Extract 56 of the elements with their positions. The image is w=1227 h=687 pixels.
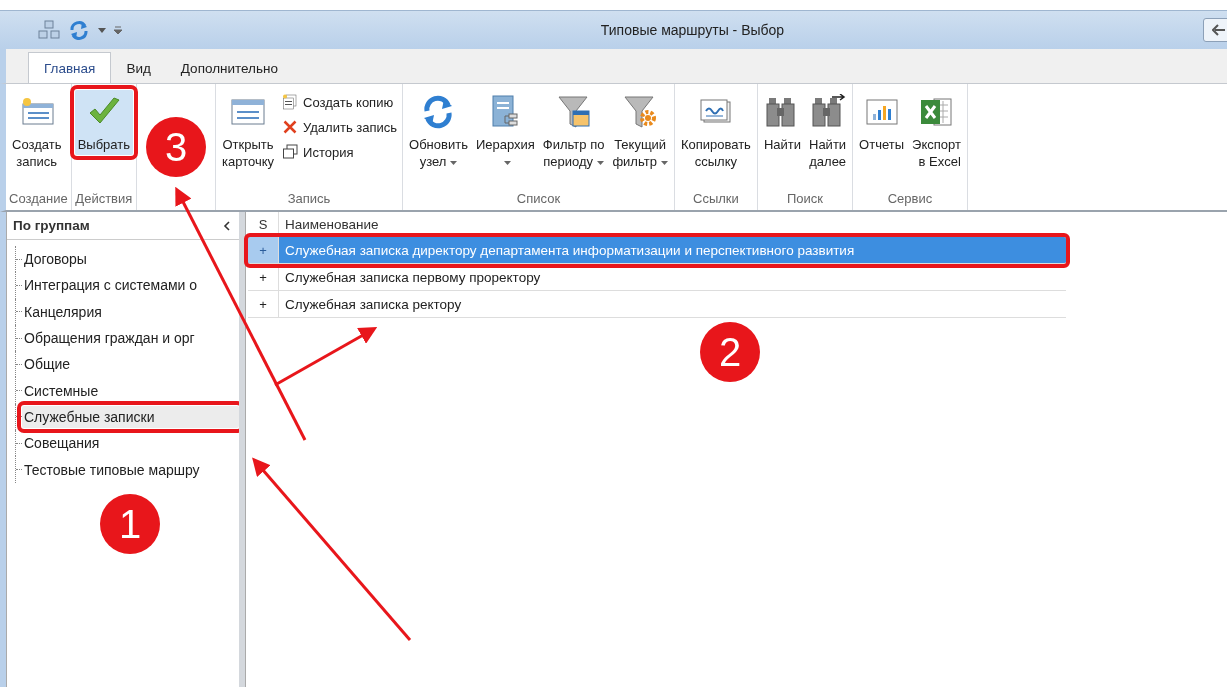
ribbon-button[interactable]: Найти [760, 90, 804, 155]
tree-item[interactable]: Интеграция с системами о [22, 274, 200, 297]
sidebar-title: По группам [13, 218, 90, 233]
tree-item[interactable]: Тестовые типовые маршру [22, 458, 202, 481]
ribbon-button[interactable]: Экспорт в Excel [909, 90, 964, 172]
table-cell-text: Служебная записка директору департамента информатизации и перспективного развития [284, 242, 855, 258]
tree-item[interactable]: Общие [22, 353, 73, 376]
back-arrow-icon [1212, 24, 1226, 36]
group-label: Сервис [886, 191, 934, 208]
ribbon-tab[interactable]: Дополнительно [165, 53, 293, 83]
table-cell-text: Служебная записка ректору [284, 296, 462, 312]
ribbon-button[interactable]: История [279, 142, 400, 162]
tree-item[interactable]: Совещания [22, 432, 102, 455]
group-label: Список [515, 191, 562, 208]
group-label: Поиск [786, 191, 824, 208]
ribbon-button[interactable]: Найти далее [806, 90, 850, 172]
filter-calendar-icon [555, 94, 592, 130]
step-number-badge: 1 [100, 494, 160, 554]
filter-gear-icon [622, 94, 659, 130]
step-number-badge: 2 [700, 322, 760, 382]
tree-item[interactable]: Обращения граждан и орг [22, 327, 197, 350]
ribbon-button[interactable]: Создать копию [279, 92, 400, 112]
ribbon-button[interactable]: Фильтр по периоду [539, 90, 608, 172]
ribbon-button[interactable]: Текущий фильтр [609, 90, 671, 172]
ribbon-button[interactable]: Открыть карточку [219, 90, 278, 172]
ribbon-button[interactable]: Копировать ссылку [677, 90, 754, 172]
history-icon [281, 143, 300, 161]
tree-item[interactable]: Системные [22, 379, 101, 402]
binoculars-arrow-icon [809, 94, 846, 130]
customize-icon[interactable] [114, 26, 122, 34]
group-label: Создание [9, 191, 68, 208]
group-label: Действия [74, 191, 133, 208]
tree-item[interactable]: Канцелярия [22, 300, 104, 323]
ribbon-tab[interactable]: Главная [28, 52, 112, 83]
column-header[interactable]: Наименование [279, 216, 379, 232]
ribbon-button[interactable]: Иерархия [472, 90, 538, 172]
tree-item[interactable]: Договоры [22, 248, 89, 271]
ribbon-button[interactable]: Обновить узел [406, 90, 471, 172]
collapse-icon[interactable] [223, 220, 231, 231]
table-row[interactable]: + Служебная записка первому проректору [248, 264, 1066, 291]
ribbon-tab[interactable]: Вид [111, 53, 166, 83]
step-number-badge: 3 [146, 117, 206, 177]
group-label: Запись [286, 191, 332, 208]
group-label: Ссылки [692, 191, 740, 208]
ribbon-button[interactable]: Отчеты [856, 90, 908, 155]
window-title: Типовые маршруты - Выбор [599, 22, 786, 38]
copy-icon [281, 93, 300, 111]
ribbon-button[interactable]: Создать запись [9, 90, 65, 172]
table-cell-text: Служебная записка первому проректору [284, 269, 541, 285]
ribbon-button[interactable]: Удалить запись [279, 117, 400, 137]
refresh-icon[interactable] [68, 20, 90, 40]
back-button[interactable] [1203, 18, 1227, 42]
table-row[interactable]: + Служебная записка ректору [248, 291, 1066, 318]
expand-marker[interactable]: + [248, 237, 279, 263]
dropdown-icon[interactable] [98, 27, 106, 33]
hierarchy-app-icon [38, 20, 60, 40]
